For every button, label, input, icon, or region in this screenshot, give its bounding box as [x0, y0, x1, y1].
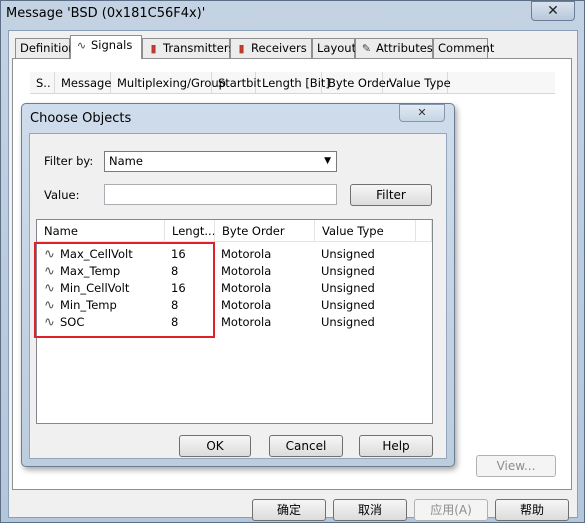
grid-header-filler: [416, 220, 432, 242]
ok-button-main[interactable]: 确定: [252, 499, 326, 521]
filter-by-select[interactable]: Name ▼: [104, 151, 337, 172]
tab-attributes[interactable]: ✎ Attributes: [355, 38, 433, 58]
filter-button[interactable]: Filter: [350, 184, 432, 206]
tab-signals[interactable]: ∿ Signals: [70, 35, 142, 59]
column-header[interactable]: Message: [55, 72, 111, 94]
view-button[interactable]: View...: [476, 455, 556, 477]
cancel-button-main[interactable]: 取消: [333, 499, 407, 521]
signal-icon: ∿: [76, 39, 87, 52]
column-header[interactable]: Byte Order: [322, 72, 391, 94]
grid-header-name[interactable]: Name: [37, 220, 165, 242]
tab-receivers[interactable]: ▮ Receivers: [230, 38, 312, 58]
grid-header-byte-order[interactable]: Byte Order: [215, 220, 315, 242]
tab-transmitters[interactable]: ▮ Transmitters: [142, 38, 235, 58]
dialog-close-button[interactable]: ✕: [399, 104, 445, 122]
help-button[interactable]: Help: [359, 435, 433, 457]
receiver-icon: ▮: [238, 42, 245, 55]
column-header[interactable]: Startbit: [212, 72, 261, 94]
column-header[interactable]: Length [Bit]: [256, 72, 330, 94]
dialog-title: Choose Objects: [30, 111, 132, 126]
tab-comment[interactable]: Comment: [433, 38, 494, 58]
close-icon: ✕: [417, 106, 427, 119]
column-header[interactable]: Value Type: [383, 72, 451, 94]
column-header[interactable]: Multiplexing/Group: [111, 72, 226, 94]
close-icon: ✕: [547, 3, 559, 19]
help-button-main[interactable]: 帮助: [495, 499, 569, 521]
attributes-icon: ✎: [361, 42, 372, 55]
value-label: Value:: [44, 188, 80, 202]
grid-header-length[interactable]: Lengt...: [165, 220, 215, 242]
cancel-button[interactable]: Cancel: [269, 435, 343, 457]
transmitter-icon: ▮: [150, 42, 157, 55]
grid-header-value-type[interactable]: Value Type: [315, 220, 416, 242]
window-title: Message 'BSD (0x181C56F4x)': [6, 6, 206, 21]
window-close-button[interactable]: ✕: [531, 1, 575, 21]
tab-layout[interactable]: Layout: [312, 38, 356, 58]
apply-button[interactable]: 应用(A): [414, 499, 488, 521]
value-input[interactable]: [104, 184, 337, 205]
chevron-down-icon: ▼: [324, 156, 331, 166]
ok-button[interactable]: OK: [179, 435, 251, 457]
column-header[interactable]: S..: [30, 72, 55, 94]
tab-definition[interactable]: Definition: [15, 38, 76, 58]
filter-by-label: Filter by:: [44, 154, 94, 168]
highlight-box: [34, 242, 215, 338]
